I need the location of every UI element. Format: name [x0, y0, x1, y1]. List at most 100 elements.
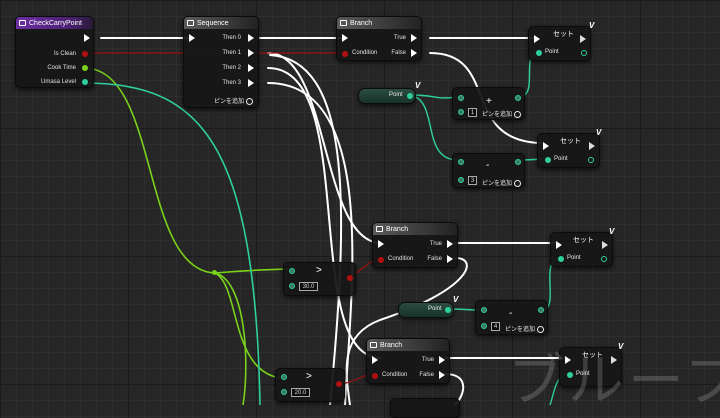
false-pin[interactable] [439, 371, 445, 379]
b-in-pin[interactable] [458, 109, 464, 115]
op-symbol: + [486, 96, 492, 107]
point-getter-node[interactable]: Point V [398, 295, 458, 318]
exec-out-pin[interactable] [589, 142, 595, 150]
greater-than-node[interactable]: > 30.0 [283, 262, 356, 296]
then-3-label: Then 3 [222, 80, 241, 86]
set-node[interactable]: セット V Point [537, 128, 601, 168]
pin-label-is-clean: Is Clean [53, 51, 76, 57]
then-0-pin[interactable] [248, 34, 254, 42]
set-node[interactable]: セット V Point [550, 227, 614, 267]
umasa-level-pin[interactable] [82, 79, 88, 85]
a-in-pin[interactable] [481, 307, 487, 313]
partial-node[interactable] [390, 398, 460, 418]
b-in-pin[interactable] [281, 389, 287, 395]
exec-in-pin[interactable] [378, 240, 384, 248]
result-out-pin[interactable] [336, 381, 342, 387]
a-in-pin[interactable] [458, 95, 464, 101]
sequence-node[interactable]: Sequence Then 0 Then 1 Then 2 Then 3 ピンを… [183, 16, 259, 108]
variable-function-icon: V [453, 295, 459, 304]
reroute-knot[interactable] [212, 270, 217, 275]
true-pin[interactable] [439, 356, 445, 364]
add-pin-button[interactable]: ピンを追加 [505, 324, 545, 333]
point-in-pin[interactable] [545, 157, 551, 163]
point-out-pin[interactable] [588, 157, 594, 163]
is-clean-pin[interactable] [82, 51, 88, 57]
exec-wire [267, 67, 381, 359]
condition-label: Condition [382, 372, 408, 378]
false-pin[interactable] [411, 49, 417, 57]
true-pin[interactable] [447, 240, 453, 248]
set-node[interactable]: セット V Point [528, 21, 594, 61]
a-in-pin[interactable] [289, 268, 295, 274]
then-1-pin[interactable] [248, 49, 254, 57]
sequence-icon [187, 20, 194, 26]
int-wire [214, 272, 247, 405]
add-pin-icon [537, 325, 545, 333]
point-getter-node[interactable]: Point V [358, 81, 420, 104]
set-title: セット [573, 237, 594, 244]
exec-in-pin[interactable] [534, 35, 540, 43]
pin-label-umasa-level: Umasa Level [40, 79, 76, 85]
add-pin-button[interactable]: ピンを追加 [482, 109, 522, 118]
point-out-pin[interactable] [581, 50, 587, 56]
exec-in-pin[interactable] [189, 34, 195, 42]
point-out-pin[interactable] [601, 256, 607, 262]
false-pin[interactable] [447, 255, 453, 263]
exec-out-pin[interactable] [580, 35, 586, 43]
point-out-pin[interactable] [445, 307, 451, 313]
branch-node[interactable]: Branch Condition True False [366, 338, 450, 384]
condition-pin[interactable] [372, 373, 378, 379]
then-2-label: Then 2 [222, 65, 241, 71]
b-value-input[interactable]: 30.0 [299, 282, 318, 291]
a-in-pin[interactable] [458, 159, 464, 165]
b-in-pin[interactable] [458, 177, 464, 183]
b-in-pin[interactable] [481, 323, 487, 329]
function-entry-node[interactable]: CheckCarryPoint Is Clean Cook Time Umasa… [15, 16, 94, 88]
b-value-input[interactable]: 20.0 [291, 388, 310, 397]
op-symbol: - [509, 308, 513, 319]
then-3-pin[interactable] [248, 79, 254, 87]
branch-node[interactable]: Branch Condition True False [372, 222, 458, 268]
subtract-node[interactable]: - 4 ピンを追加 [475, 300, 548, 335]
add-pin-button[interactable]: ピンを追加 [214, 96, 253, 105]
point-out-pin[interactable] [407, 93, 413, 99]
node-title: Sequence [197, 19, 229, 27]
add-pin-label: ピンを追加 [505, 327, 536, 333]
node-title: Branch [350, 19, 373, 27]
variable-function-icon: V [415, 81, 421, 90]
add-pin-button[interactable]: ピンを追加 [482, 178, 522, 187]
exec-in-pin[interactable] [342, 34, 348, 42]
function-icon [19, 20, 26, 26]
b-value-input[interactable]: 3 [468, 176, 477, 185]
b-in-pin[interactable] [289, 283, 295, 289]
exec-out-pin[interactable] [84, 34, 90, 42]
subtract-node[interactable]: - 3 ピンを追加 [452, 153, 525, 188]
add-node[interactable]: + 1 ピンを追加 [452, 87, 525, 120]
condition-label: Condition [388, 256, 414, 262]
true-label: True [421, 357, 434, 363]
set-title: セット [553, 31, 574, 38]
result-out-pin[interactable] [515, 95, 521, 101]
condition-pin[interactable] [378, 257, 384, 263]
exec-out-pin[interactable] [602, 241, 608, 249]
branch-node[interactable]: Branch Condition True False [336, 16, 422, 61]
greater-than-node[interactable]: > 20.0 [275, 368, 345, 402]
result-out-pin[interactable] [515, 159, 521, 165]
cook-time-pin[interactable] [82, 65, 88, 71]
then-0-label: Then 0 [222, 35, 241, 41]
exec-in-pin[interactable] [543, 142, 549, 150]
exec-in-pin[interactable] [372, 356, 378, 364]
result-out-pin[interactable] [538, 307, 544, 313]
point-in-pin[interactable] [536, 50, 542, 56]
exec-in-pin[interactable] [556, 241, 562, 249]
true-pin[interactable] [411, 34, 417, 42]
result-out-pin[interactable] [347, 275, 353, 281]
b-value-input[interactable]: 4 [491, 322, 500, 331]
condition-pin[interactable] [342, 51, 348, 57]
point-in-pin[interactable] [558, 256, 564, 262]
true-label: True [393, 35, 406, 41]
add-pin-icon [514, 179, 522, 187]
then-2-pin[interactable] [248, 64, 254, 72]
b-value-input[interactable]: 1 [468, 108, 477, 117]
a-in-pin[interactable] [281, 374, 287, 380]
